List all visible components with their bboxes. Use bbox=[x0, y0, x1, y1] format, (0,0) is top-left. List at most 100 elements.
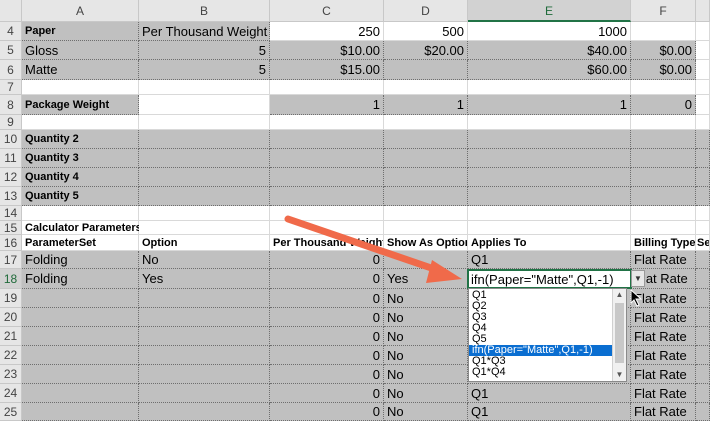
cell-f22[interactable]: Flat Rate bbox=[631, 346, 696, 365]
scroll-down-icon[interactable]: ▼ bbox=[613, 369, 626, 381]
cell-g16[interactable]: Se bbox=[696, 235, 710, 251]
cell-f14[interactable] bbox=[631, 206, 696, 221]
cell-b21[interactable] bbox=[139, 327, 270, 346]
cell-d16[interactable]: Show As Option bbox=[384, 235, 468, 251]
cell-g6[interactable] bbox=[696, 60, 710, 80]
row-header[interactable]: 24 bbox=[0, 384, 22, 403]
cell-a20[interactable] bbox=[22, 308, 139, 327]
cell-g25[interactable] bbox=[696, 403, 710, 421]
cell-f5[interactable]: $0.00 bbox=[631, 41, 696, 60]
cell-a6[interactable]: Matte bbox=[22, 60, 139, 80]
column-header-b[interactable]: B bbox=[139, 0, 270, 22]
cell-c8[interactable]: 1 bbox=[270, 95, 384, 115]
cell-b8[interactable] bbox=[139, 95, 270, 115]
cell-c21[interactable]: 0 bbox=[270, 327, 384, 346]
cell-e10[interactable] bbox=[468, 130, 631, 149]
row-header[interactable]: 9 bbox=[0, 115, 22, 130]
cell-g21[interactable] bbox=[696, 327, 710, 346]
cell-b5[interactable]: 5 bbox=[139, 41, 270, 60]
cell-d20[interactable]: No bbox=[384, 308, 468, 327]
cell-c7[interactable] bbox=[270, 80, 384, 95]
cell-d17[interactable] bbox=[384, 251, 468, 269]
cell-e9[interactable] bbox=[468, 115, 631, 130]
cell-c13[interactable] bbox=[270, 187, 384, 206]
cell-g22[interactable] bbox=[696, 346, 710, 365]
dropdown-option[interactable]: Q4 bbox=[469, 323, 614, 334]
cell-c16[interactable]: Per Thousand Weight bbox=[270, 235, 384, 251]
cell-a9[interactable] bbox=[22, 115, 139, 130]
row-header[interactable]: 11 bbox=[0, 149, 22, 168]
column-header-g[interactable] bbox=[696, 0, 710, 22]
validation-dropdown-button[interactable]: ▼ bbox=[631, 270, 645, 287]
cell-a24[interactable] bbox=[22, 384, 139, 403]
cell-e12[interactable] bbox=[468, 168, 631, 187]
cell-e14[interactable] bbox=[468, 206, 631, 221]
cell-b18[interactable]: Yes bbox=[139, 269, 270, 289]
row-header[interactable]: 16 bbox=[0, 235, 22, 251]
cell-b12[interactable] bbox=[139, 168, 270, 187]
active-cell-e18[interactable]: ifn(Paper="Matte",Q1,-1) bbox=[467, 269, 632, 289]
column-header-d[interactable]: D bbox=[384, 0, 468, 22]
cell-f6[interactable]: $0.00 bbox=[631, 60, 696, 80]
row-header[interactable]: 8 bbox=[0, 95, 22, 115]
cell-f7[interactable] bbox=[631, 80, 696, 95]
cell-c23[interactable]: 0 bbox=[270, 365, 384, 384]
cell-d21[interactable]: No bbox=[384, 327, 468, 346]
cell-a8[interactable]: Package Weight bbox=[22, 95, 139, 115]
column-header-e[interactable]: E bbox=[468, 0, 631, 22]
cell-g18[interactable] bbox=[696, 269, 710, 289]
cell-f20[interactable]: Flat Rate bbox=[631, 308, 696, 327]
cell-b9[interactable] bbox=[139, 115, 270, 130]
row-header[interactable]: 18 bbox=[0, 269, 22, 289]
cell-e25[interactable]: Q1 bbox=[468, 403, 631, 421]
cell-a18[interactable]: Folding bbox=[22, 269, 139, 289]
row-header[interactable]: 21 bbox=[0, 327, 22, 346]
cell-g12[interactable] bbox=[696, 168, 710, 187]
cell-f16[interactable]: Billing Type bbox=[631, 235, 696, 251]
cell-c6[interactable]: $15.00 bbox=[270, 60, 384, 80]
cell-d24[interactable]: No bbox=[384, 384, 468, 403]
cell-f17[interactable]: Flat Rate bbox=[631, 251, 696, 269]
cell-c25[interactable]: 0 bbox=[270, 403, 384, 421]
cell-b22[interactable] bbox=[139, 346, 270, 365]
cell-f25[interactable]: Flat Rate bbox=[631, 403, 696, 421]
cell-c22[interactable]: 0 bbox=[270, 346, 384, 365]
cell-a7[interactable] bbox=[22, 80, 139, 95]
cell-f12[interactable] bbox=[631, 168, 696, 187]
cell-b15[interactable] bbox=[139, 221, 270, 235]
cell-b10[interactable] bbox=[139, 130, 270, 149]
dropdown-option[interactable]: Q2 bbox=[469, 301, 614, 312]
cell-g8[interactable] bbox=[696, 95, 710, 115]
cell-d13[interactable] bbox=[384, 187, 468, 206]
row-header[interactable]: 17 bbox=[0, 251, 22, 269]
cell-f21[interactable]: Flat Rate bbox=[631, 327, 696, 346]
cell-b13[interactable] bbox=[139, 187, 270, 206]
cell-c14[interactable] bbox=[270, 206, 384, 221]
cell-d15[interactable] bbox=[384, 221, 468, 235]
cell-g10[interactable] bbox=[696, 130, 710, 149]
select-all-corner[interactable] bbox=[0, 0, 22, 22]
row-header[interactable]: 6 bbox=[0, 60, 22, 80]
column-header-c[interactable]: C bbox=[270, 0, 384, 22]
dropdown-option[interactable]: Q1*Q4 bbox=[469, 367, 614, 378]
cell-d8[interactable]: 1 bbox=[384, 95, 468, 115]
cell-a22[interactable] bbox=[22, 346, 139, 365]
cell-e5[interactable]: $40.00 bbox=[468, 41, 631, 60]
cell-e11[interactable] bbox=[468, 149, 631, 168]
row-header[interactable]: 23 bbox=[0, 365, 22, 384]
dropdown-option[interactable]: Q1 bbox=[469, 290, 614, 301]
cell-b4[interactable]: Per Thousand Weight bbox=[139, 22, 270, 41]
cell-f9[interactable] bbox=[631, 115, 696, 130]
cell-e6[interactable]: $60.00 bbox=[468, 60, 631, 80]
cell-a25[interactable] bbox=[22, 403, 139, 421]
cell-a10[interactable]: Quantity 2 bbox=[22, 130, 139, 149]
cell-f10[interactable] bbox=[631, 130, 696, 149]
cell-g4[interactable] bbox=[696, 22, 710, 41]
cell-a5[interactable]: Gloss bbox=[22, 41, 139, 60]
cell-b20[interactable] bbox=[139, 308, 270, 327]
cell-f4[interactable] bbox=[631, 22, 696, 41]
cell-c18[interactable]: 0 bbox=[270, 269, 384, 289]
cell-b17[interactable]: No bbox=[139, 251, 270, 269]
cell-d6[interactable] bbox=[384, 60, 468, 80]
cell-b25[interactable] bbox=[139, 403, 270, 421]
